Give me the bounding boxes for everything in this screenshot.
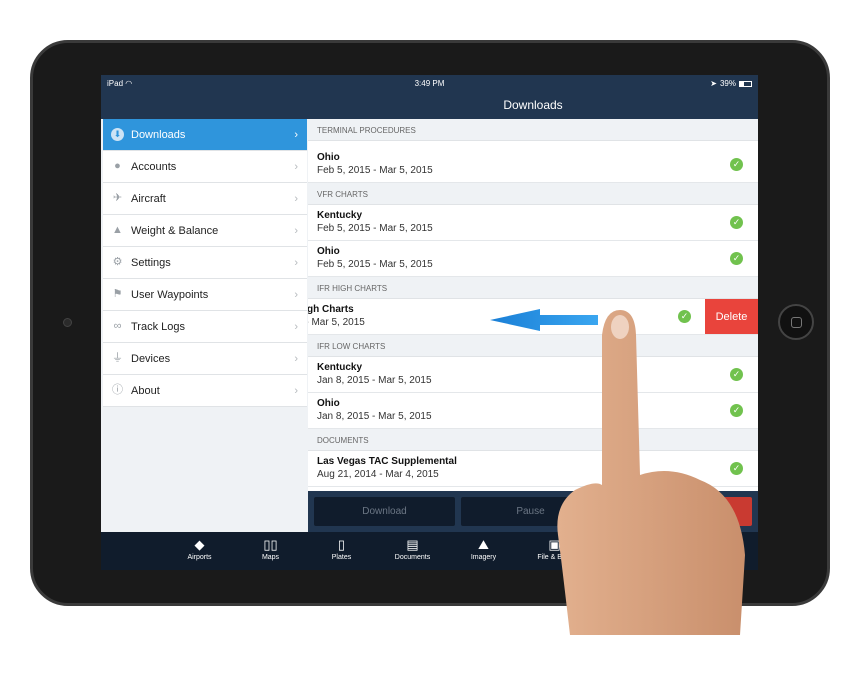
tab-label: Imagery (470, 554, 497, 561)
list-item[interactable]: Ohio Feb 5, 2015 - Mar 5, 2015 ✓ (308, 241, 758, 277)
flag-icon: ⚑ (112, 288, 123, 300)
item-dates: Feb 5, 2015 - Mar 5, 2015 (317, 259, 433, 270)
sidebar-item-devices[interactable]: ⏚ Devices › (103, 343, 307, 375)
sidebar-item-label: Downloads (131, 128, 186, 141)
battery-icon (739, 80, 752, 87)
section-header: TERMINAL PROCEDURES (308, 119, 758, 141)
section-header: VFR CHARTS (308, 183, 758, 205)
chevron-right-icon: › (294, 320, 298, 333)
chevron-right-icon: › (294, 224, 298, 237)
check-icon: ✓ (730, 158, 743, 171)
map-icon: ▯▯ (263, 537, 278, 552)
person-icon: ● (114, 160, 121, 172)
sidebar-item-label: Settings (131, 256, 171, 269)
list-item[interactable]: Kentucky Feb 5, 2015 - Mar 5, 2015 ✓ (308, 205, 758, 241)
sidebar-item-weight-balance[interactable]: ▲ Weight & Balance › (103, 215, 307, 247)
tab-label: Documents (394, 554, 431, 561)
tab-label: Airports (187, 554, 212, 561)
tab-label: Maps (261, 554, 280, 561)
page-title: Downloads (503, 98, 563, 112)
tab-airports[interactable]: ◆ Airports (164, 532, 235, 570)
item-title: Kentucky (317, 210, 363, 221)
sidebar-item-label: Weight & Balance (131, 224, 219, 237)
sidebar-item-track-logs[interactable]: ∞ Track Logs › (103, 311, 307, 343)
front-camera (63, 318, 72, 327)
nav-bar: Downloads (101, 92, 758, 119)
documents-icon: ▤ (406, 537, 419, 552)
clock: 3:49 PM (414, 79, 445, 88)
sidebar-item-label: About (131, 384, 160, 397)
airport-icon: ◆ (194, 537, 205, 552)
plug-icon: ⏚ (112, 352, 123, 364)
sidebar: ⬇ Downloads › ● Accounts › ✈ Aircraft › ▲ Weigh… (103, 119, 307, 532)
status-bar: iPad ◠ 3:49 PM ➤ 39% (101, 75, 758, 92)
sidebar-item-accounts[interactable]: ● Accounts › (103, 151, 307, 183)
check-icon: ✓ (730, 216, 743, 229)
track-icon: ∞ (113, 320, 122, 332)
download-icon: ⬇ (111, 128, 124, 141)
sidebar-item-settings[interactable]: ⚙ Settings › (103, 247, 307, 279)
sidebar-item-label: Devices (131, 352, 171, 365)
download-button[interactable]: Download (314, 497, 455, 526)
sidebar-item-aircraft[interactable]: ✈ Aircraft › (103, 183, 307, 215)
tab-label: Plates (331, 554, 352, 561)
plates-icon: ▯ (337, 537, 346, 552)
check-icon: ✓ (730, 252, 743, 265)
weight-icon: ▲ (112, 224, 123, 236)
chevron-right-icon: › (294, 384, 298, 397)
item-dates: Feb 5, 2015 - Mar 5, 2015 (317, 223, 433, 234)
section-header: IFR HIGH CHARTS (308, 277, 758, 299)
imagery-icon: ⛰ (478, 537, 489, 552)
info-icon: ⓘ (112, 384, 123, 396)
item-dates: Feb 5, 2015 - Mar 5, 2015 (317, 165, 433, 176)
chevron-right-icon: › (294, 352, 298, 365)
item-title: Ohio (317, 152, 340, 163)
sidebar-item-label: User Waypoints (131, 288, 209, 301)
airplane-icon: ✈ (112, 192, 123, 204)
chevron-right-icon: › (294, 160, 298, 173)
item-title: Ohio (317, 246, 340, 257)
item-dates: 5 - Mar 5, 2015 (308, 317, 365, 328)
gear-icon: ⚙ (112, 256, 123, 268)
chevron-right-icon: › (294, 192, 298, 205)
tab-plates[interactable]: ▯ Plates (306, 532, 377, 570)
item-title: High Charts (308, 304, 354, 315)
list-item[interactable]: Ohio Feb 5, 2015 - Mar 5, 2015 ✓ (308, 147, 758, 183)
sidebar-item-label: Accounts (131, 160, 177, 173)
home-button[interactable] (778, 304, 814, 340)
sidebar-item-user-waypoints[interactable]: ⚑ User Waypoints › (103, 279, 307, 311)
tab-imagery[interactable]: ⛰ Imagery (448, 532, 519, 570)
hand-pointer-icon (557, 310, 745, 635)
chevron-right-icon: › (294, 128, 298, 141)
tab-maps[interactable]: ▯▯ Maps (235, 532, 306, 570)
sidebar-item-label: Aircraft (131, 192, 166, 205)
chevron-right-icon: › (294, 288, 298, 301)
tab-documents[interactable]: ▤ Documents (377, 532, 448, 570)
sidebar-item-downloads[interactable]: ⬇ Downloads › (103, 119, 307, 151)
sidebar-item-label: Track Logs (131, 320, 186, 333)
sidebar-item-about[interactable]: ⓘ About › (103, 375, 307, 407)
chevron-right-icon: › (294, 256, 298, 269)
